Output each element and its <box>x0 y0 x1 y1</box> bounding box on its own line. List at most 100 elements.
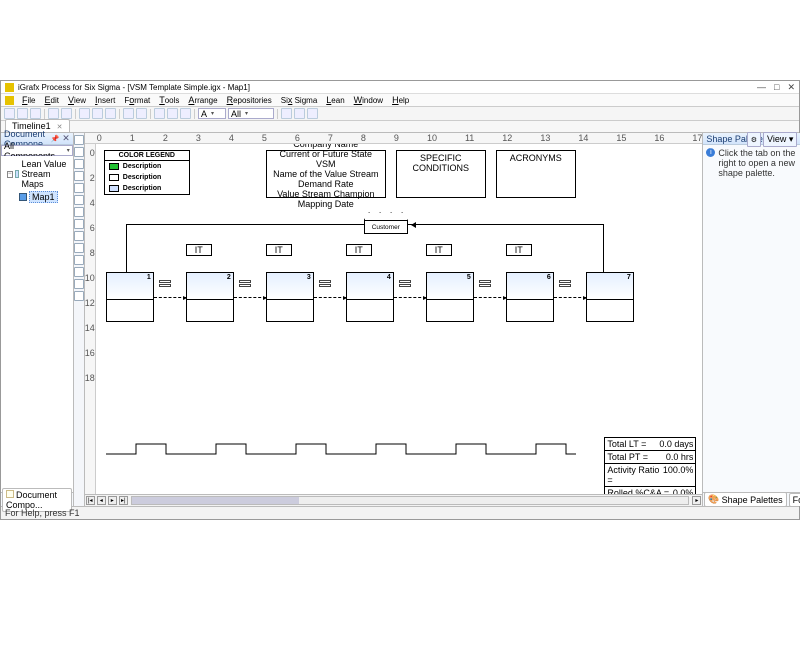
connector-tool-icon[interactable] <box>74 207 84 217</box>
prev-sheet-icon[interactable]: ◂ <box>97 496 106 505</box>
it-box[interactable]: IT <box>426 244 452 256</box>
collapse-icon[interactable]: − <box>7 171 13 178</box>
tool-new-icon[interactable] <box>4 108 15 119</box>
menu-view[interactable]: View <box>64 94 90 106</box>
menu-tools[interactable]: Tools <box>155 94 183 106</box>
scroll-right-icon[interactable]: ▸ <box>692 496 701 505</box>
tool-insert-icon[interactable] <box>154 108 165 119</box>
tool-print-icon[interactable] <box>48 108 59 119</box>
tool-misc-3-icon[interactable] <box>307 108 318 119</box>
tree-root-label: Lean Value Stream Maps <box>21 159 70 189</box>
menu-insert[interactable]: Insert <box>91 94 119 106</box>
zoom-tool-icon[interactable] <box>74 243 84 253</box>
it-box[interactable]: IT <box>346 244 372 256</box>
it-box[interactable]: IT <box>186 244 212 256</box>
menu-sixsigma[interactable]: Six Sigma <box>277 94 322 106</box>
process-box[interactable]: 6 <box>506 272 554 322</box>
push-arrow <box>394 297 426 298</box>
tool-open-icon[interactable] <box>17 108 28 119</box>
close-icon[interactable]: ✕ <box>787 82 795 93</box>
tool-misc-2-icon[interactable] <box>294 108 305 119</box>
tool-copy-icon[interactable] <box>92 108 103 119</box>
view-dropdown[interactable]: View ▾ <box>763 132 797 147</box>
color-legend[interactable]: COLOR LEGEND Description Description Des… <box>104 150 190 195</box>
company-info-box[interactable]: Company NameCurrent or Future State VSMN… <box>266 150 386 198</box>
tree-node-map1[interactable]: Map1 <box>3 190 71 204</box>
components-filter-combo[interactable]: All Components <box>1 145 73 156</box>
tool-misc-1-icon[interactable] <box>281 108 292 119</box>
bottom-tab-formatting[interactable]: For... <box>789 493 800 507</box>
toolbar: A All <box>1 107 799 121</box>
combo-2[interactable]: All <box>228 108 274 119</box>
misc-tool-3-icon[interactable] <box>74 291 84 301</box>
font-combo[interactable]: A <box>198 108 226 119</box>
ellipse-tool-icon[interactable] <box>74 159 84 169</box>
menu-file[interactable]: File <box>18 94 40 106</box>
tool-paste-icon[interactable] <box>105 108 116 119</box>
last-sheet-icon[interactable]: ▸| <box>119 496 128 505</box>
first-sheet-icon[interactable]: |◂ <box>86 496 95 505</box>
maximize-icon[interactable]: □ <box>774 82 779 93</box>
polyline-tool-icon[interactable] <box>74 183 84 193</box>
tool-undo-icon[interactable] <box>123 108 134 119</box>
inventory-icon[interactable] <box>399 280 413 290</box>
process-box[interactable]: 4 <box>346 272 394 322</box>
misc-tool-1-icon[interactable] <box>74 267 84 277</box>
menu-lean[interactable]: Lean <box>322 94 348 106</box>
inventory-icon[interactable] <box>239 280 253 290</box>
info-icon: i <box>706 148 715 157</box>
inventory-icon[interactable] <box>159 280 173 290</box>
process-box[interactable]: 2 <box>186 272 234 322</box>
acronyms-box[interactable]: ACRONYMS <box>496 150 576 198</box>
push-arrow <box>474 297 506 298</box>
menu-help[interactable]: Help <box>388 94 413 106</box>
inventory-icon[interactable] <box>479 280 493 290</box>
tree-root[interactable]: − Lean Value Stream Maps <box>3 158 71 190</box>
tree-node-label: Map1 <box>29 191 58 203</box>
it-box[interactable]: IT <box>506 244 532 256</box>
line-tool-icon[interactable] <box>74 171 84 181</box>
menu-arrange[interactable]: Arrange <box>184 94 221 106</box>
inventory-icon[interactable] <box>319 280 333 290</box>
tool-preview-icon[interactable] <box>61 108 72 119</box>
process-box[interactable]: 7 <box>586 272 634 322</box>
tool-palette <box>74 133 85 506</box>
process-box[interactable]: 5 <box>426 272 474 322</box>
tool-cut-icon[interactable] <box>79 108 90 119</box>
factory-roof-icon <box>364 212 408 220</box>
misc-tool-2-icon[interactable] <box>74 279 84 289</box>
panel-option-icon[interactable]: ⚙ <box>747 132 761 147</box>
fill-tool-icon[interactable] <box>74 231 84 241</box>
pointer-tool-icon[interactable] <box>74 135 84 145</box>
bottom-tab-shape-palettes[interactable]: 🎨Shape Palettes <box>704 492 786 506</box>
rect-tool-icon[interactable] <box>74 147 84 157</box>
process-box[interactable]: 1 <box>106 272 154 322</box>
diagram-canvas[interactable]: COLOR LEGEND Description Description Des… <box>96 144 703 494</box>
it-box[interactable]: IT <box>266 244 292 256</box>
legend-swatch-icon <box>109 174 119 181</box>
customer-shape[interactable]: Customer <box>364 212 408 234</box>
tool-save-icon[interactable] <box>30 108 41 119</box>
component-tree[interactable]: − Lean Value Stream Maps Map1 <box>1 156 73 492</box>
menu-window[interactable]: Window <box>350 94 387 106</box>
tool-align-icon[interactable] <box>167 108 178 119</box>
tool-redo-icon[interactable] <box>136 108 147 119</box>
hand-tool-icon[interactable] <box>74 255 84 265</box>
tool-distribute-icon[interactable] <box>180 108 191 119</box>
inventory-icon[interactable] <box>559 280 573 290</box>
specific-conditions-box[interactable]: SPECIFIC CONDITIONS <box>396 150 486 198</box>
horizontal-scrollbar[interactable] <box>131 496 690 505</box>
text-tool-icon[interactable] <box>74 195 84 205</box>
totals-box[interactable]: Total LT =0.0 days Total PT =0.0 hrs Act… <box>604 437 696 494</box>
push-arrow <box>154 297 186 298</box>
crop-tool-icon[interactable] <box>74 219 84 229</box>
menu-edit[interactable]: Edit <box>41 94 63 106</box>
menu-repositories[interactable]: Repositories <box>223 94 276 106</box>
next-sheet-icon[interactable]: ▸ <box>108 496 117 505</box>
process-box[interactable]: 3 <box>266 272 314 322</box>
tab-close-icon[interactable]: ✕ <box>57 124 63 131</box>
timeline-ladder[interactable] <box>106 442 576 456</box>
minimize-icon[interactable]: — <box>757 82 766 93</box>
app-menu-icon[interactable] <box>5 96 14 105</box>
menu-format[interactable]: Format <box>120 94 154 106</box>
